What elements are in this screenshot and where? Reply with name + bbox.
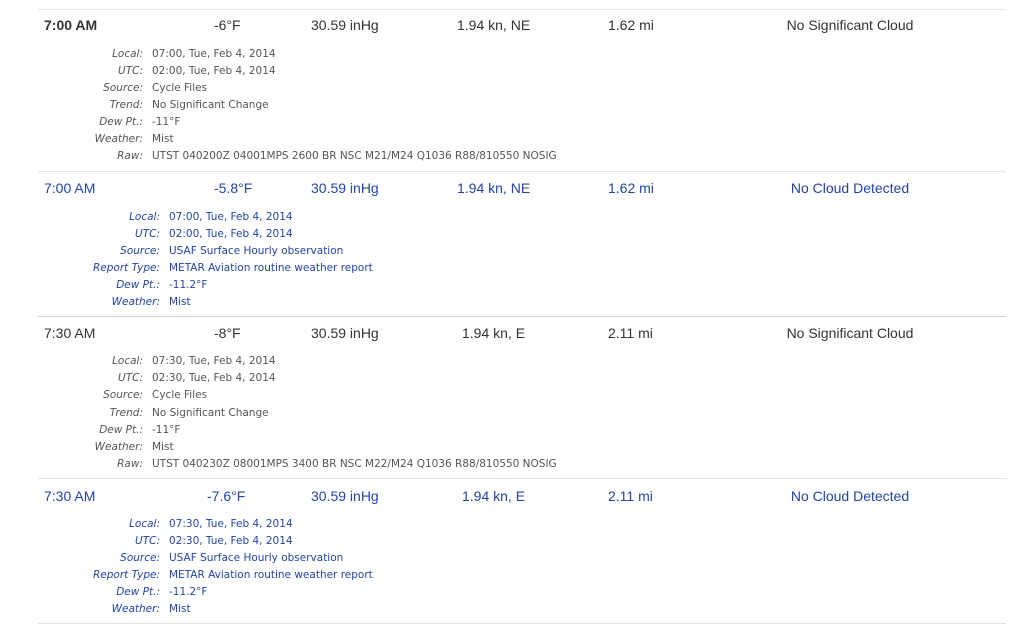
- detail-label: Trend:: [109, 407, 143, 419]
- cloud-cell: No Cloud Detected: [790, 180, 910, 196]
- detail-value: METAR Aviation routine weather report: [169, 262, 373, 274]
- detail-label: Weather:: [111, 296, 160, 308]
- time-cell: 7:00 AM: [44, 17, 98, 33]
- pressure-cell: 30.59 inHg: [311, 325, 379, 341]
- detail-label: Weather:: [94, 133, 143, 145]
- visibility-cell: 1.62 mi: [608, 180, 654, 196]
- detail-value: Cycle Files: [152, 82, 208, 94]
- detail-label: Source:: [103, 389, 143, 401]
- observation-list: 7:00 AM -6°F 30.59 inHg 1.94 kn, NE 1.62…: [0, 0, 1024, 631]
- pressure-cell: 30.59 inHg: [311, 17, 379, 33]
- pressure-cell: 30.59 inHg: [311, 488, 379, 504]
- detail-value: 07:30, Tue, Feb 4, 2014: [152, 355, 276, 367]
- detail-value: 07:30, Tue, Feb 4, 2014: [169, 518, 293, 530]
- pressure-cell: 30.59 inHg: [311, 180, 379, 196]
- visibility-cell: 2.11 mi: [608, 488, 653, 504]
- detail-value: METAR Aviation routine weather report: [169, 569, 373, 581]
- detail-label: Dew Pt.:: [116, 586, 160, 598]
- detail-label: Local:: [112, 355, 143, 367]
- visibility-cell: 2.11 mi: [608, 325, 653, 341]
- detail-label: Source:: [120, 552, 160, 564]
- detail-label: Dew Pt.:: [99, 424, 143, 436]
- observation-row: 7:30 AM -8°F 30.59 inHg 1.94 kn, E 2.11 …: [0, 317, 1024, 478]
- row-divider: [38, 623, 1006, 624]
- temperature-cell: -6°F: [214, 17, 241, 33]
- wind-cell: 1.94 kn, NE: [457, 180, 531, 196]
- wind-cell: 1.94 kn, NE: [457, 17, 531, 33]
- observation-row: 7:00 AM -5.8°F 30.59 inHg 1.94 kn, NE 1.…: [0, 172, 1024, 316]
- detail-value: UTST 040200Z 04001MPS 2600 BR NSC M21/M2…: [152, 150, 557, 162]
- detail-value: -11.2°F: [169, 586, 208, 598]
- detail-value: USAF Surface Hourly observation: [169, 245, 344, 257]
- detail-value: 02:00, Tue, Feb 4, 2014: [152, 65, 276, 77]
- detail-label: Source:: [103, 82, 143, 94]
- detail-value: Mist: [152, 441, 174, 453]
- detail-label: Weather:: [94, 441, 143, 453]
- detail-value: UTST 040230Z 08001MPS 3400 BR NSC M22/M2…: [152, 458, 557, 470]
- detail-value: -11°F: [152, 424, 181, 436]
- cloud-cell: No Significant Cloud: [786, 17, 914, 33]
- detail-value: No Significant Change: [152, 407, 269, 419]
- detail-label: UTC:: [135, 535, 160, 547]
- detail-label: Report Type:: [93, 569, 160, 581]
- detail-value: 07:00, Tue, Feb 4, 2014: [169, 211, 293, 223]
- detail-value: Cycle Files: [152, 389, 208, 401]
- detail-value: USAF Surface Hourly observation: [169, 552, 344, 564]
- detail-label: UTC:: [135, 228, 160, 240]
- detail-value: -11.2°F: [169, 279, 208, 291]
- detail-label: Local:: [129, 518, 160, 530]
- detail-label: Local:: [112, 48, 143, 60]
- detail-label: Dew Pt.:: [116, 279, 160, 291]
- detail-label: Raw:: [117, 458, 143, 470]
- temperature-cell: -5.8°F: [214, 180, 253, 196]
- wind-cell: 1.94 kn, E: [462, 325, 526, 341]
- detail-value: Mist: [169, 296, 191, 308]
- detail-label: Local:: [129, 211, 160, 223]
- detail-label: UTC:: [118, 65, 143, 77]
- detail-value: 02:30, Tue, Feb 4, 2014: [152, 372, 276, 384]
- time-cell: 7:30 AM: [44, 325, 96, 341]
- detail-label: Trend:: [109, 99, 143, 111]
- time-cell: 7:30 AM: [44, 488, 96, 504]
- cloud-cell: No Cloud Detected: [790, 488, 910, 504]
- detail-value: No Significant Change: [152, 99, 269, 111]
- wind-cell: 1.94 kn, E: [462, 488, 526, 504]
- detail-label: Report Type:: [93, 262, 160, 274]
- detail-value: 02:00, Tue, Feb 4, 2014: [169, 228, 293, 240]
- cloud-cell: No Significant Cloud: [786, 325, 914, 341]
- detail-value: -11°F: [152, 116, 181, 128]
- temperature-cell: -8°F: [214, 325, 241, 341]
- observation-row: 7:00 AM -6°F 30.59 inHg 1.94 kn, NE 1.62…: [0, 0, 1024, 171]
- time-cell: 7:00 AM: [44, 180, 96, 196]
- detail-label: Weather:: [111, 603, 160, 615]
- detail-label: Source:: [120, 245, 160, 257]
- detail-label: UTC:: [118, 372, 143, 384]
- detail-label: Raw:: [117, 150, 143, 162]
- detail-value: Mist: [169, 603, 191, 615]
- detail-value: Mist: [152, 133, 174, 145]
- temperature-cell: -7.6°F: [207, 488, 246, 504]
- detail-value: 02:30, Tue, Feb 4, 2014: [169, 535, 293, 547]
- detail-label: Dew Pt.:: [99, 116, 143, 128]
- visibility-cell: 1.62 mi: [608, 17, 654, 33]
- observation-row: 7:30 AM -7.6°F 30.59 inHg 1.94 kn, E 2.1…: [0, 479, 1024, 623]
- detail-value: 07:00, Tue, Feb 4, 2014: [152, 48, 276, 60]
